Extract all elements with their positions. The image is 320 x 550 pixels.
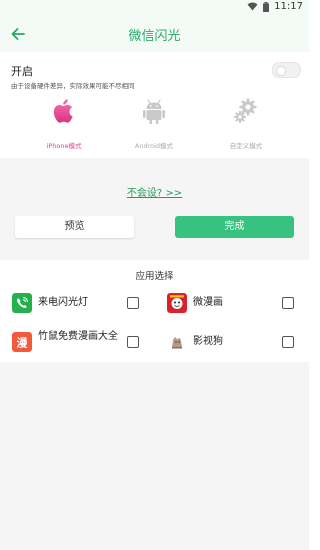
enable-label: 开启 xyxy=(11,65,33,78)
app-item-video: 影视狗 xyxy=(167,329,277,355)
enable-description: 由于设备硬件差异，实际效果可能不尽相同 xyxy=(11,82,135,90)
preview-button[interactable]: 预览 xyxy=(15,216,134,238)
toggle-section: 开启 由于设备硬件差异，实际效果可能不尽相同 iPhone模式 Android模… xyxy=(0,52,309,158)
wifi-icon xyxy=(247,2,258,11)
mode-android[interactable]: Android模式 xyxy=(118,96,190,150)
app-item-flash: 来电闪光灯 xyxy=(12,290,142,316)
svg-text:漫: 漫 xyxy=(17,336,29,350)
app-checkbox-flash[interactable] xyxy=(127,297,139,309)
mode-custom[interactable]: 自定义模式 xyxy=(210,96,282,150)
help-link[interactable]: 不会设? >> xyxy=(0,184,309,199)
mode-iphone-label: iPhone模式 xyxy=(46,142,82,150)
action-area: 不会设? >> 预览 完成 xyxy=(0,158,309,260)
app-bar: 微信闪光 xyxy=(0,16,309,52)
switch-knob xyxy=(276,66,286,76)
apple-icon xyxy=(53,99,73,123)
enable-switch[interactable] xyxy=(272,62,301,78)
video-dog-icon xyxy=(167,332,187,352)
comic-icon: 漫 xyxy=(12,332,32,352)
app-select-title: 应用选择 xyxy=(135,271,174,282)
gear-icon xyxy=(234,98,257,123)
empty-area xyxy=(0,362,309,550)
android-icon xyxy=(143,99,165,124)
battery-icon xyxy=(263,1,270,12)
app-item-comic: 漫 竹鼠免费漫画大全 xyxy=(12,329,124,355)
status-time: 11:17 xyxy=(274,1,303,12)
phone-flash-icon xyxy=(12,293,32,313)
status-bar: 11:17 xyxy=(0,0,309,16)
app-name: 微漫画 xyxy=(193,297,223,308)
app-name: 影视狗 xyxy=(193,336,223,347)
mode-iphone[interactable]: iPhone模式 xyxy=(28,96,100,150)
page-title: 微信闪光 xyxy=(128,29,181,44)
done-button[interactable]: 完成 xyxy=(175,216,294,238)
manga-icon xyxy=(167,293,187,313)
app-checkbox-manga[interactable] xyxy=(282,297,294,309)
app-name: 来电闪光灯 xyxy=(38,297,88,308)
mode-custom-label: 自定义模式 xyxy=(229,142,263,150)
app-checkbox-comic[interactable] xyxy=(127,336,139,348)
app-item-manga: 微漫画 xyxy=(167,290,277,316)
app-name: 竹鼠免费漫画大全 xyxy=(38,331,118,342)
mode-android-label: Android模式 xyxy=(134,142,174,150)
app-checkbox-video[interactable] xyxy=(282,336,294,348)
